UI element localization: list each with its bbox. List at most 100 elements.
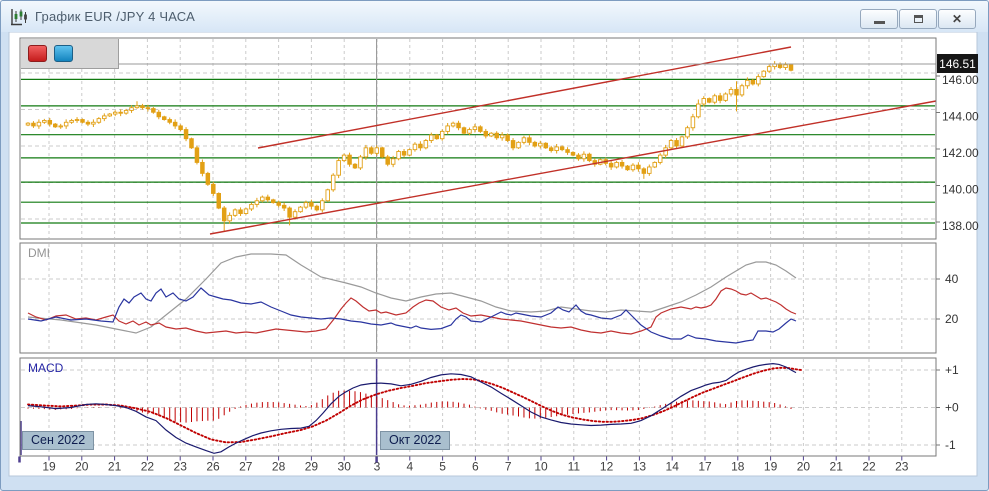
candle-body (746, 80, 750, 85)
candle-body (784, 65, 788, 68)
candle-body (484, 131, 488, 136)
date-axis-label: 7 (505, 460, 512, 474)
candle-body (424, 141, 428, 148)
candle-body (113, 112, 117, 114)
candle-body (321, 201, 325, 210)
candle-body (468, 130, 472, 134)
minimize-button[interactable] (860, 9, 898, 29)
date-axis-label: 4 (406, 460, 413, 474)
candle-body (789, 65, 793, 70)
candle-body (26, 123, 30, 125)
candle-body (642, 169, 646, 174)
price-axis-label: 142.00 (942, 146, 979, 160)
candle-body (173, 122, 177, 126)
candle-body (222, 208, 226, 221)
candle-body (53, 124, 57, 127)
candle-body (740, 86, 744, 95)
candle-body (228, 215, 232, 220)
macd-axis-label: +1 (945, 363, 959, 377)
price-axis-label: 144.00 (942, 110, 979, 124)
date-axis-label: 21 (830, 460, 844, 474)
candle-body (539, 143, 543, 146)
blue-marker-button[interactable] (54, 45, 73, 62)
candle-body (544, 143, 548, 148)
candle-body (239, 210, 243, 214)
candle-body (380, 148, 384, 157)
candle-body (375, 148, 379, 153)
title-bar[interactable]: График EUR /JPY 4 ЧАСА (1, 1, 988, 32)
candle-body (702, 99, 706, 104)
candle-body (315, 206, 319, 210)
candle-body (255, 201, 259, 205)
chart-canvas[interactable]: 146.00144.00142.00140.00138.004020+1+0-1… (1, 1, 989, 491)
candle-body (206, 173, 210, 184)
candle-body (555, 147, 559, 151)
candle-body (212, 184, 216, 193)
date-axis-label: 30 (338, 460, 352, 474)
price-axis-label: 138.00 (942, 219, 979, 233)
date-axis-label: 19 (764, 460, 778, 474)
date-axis-label: 11 (568, 460, 581, 474)
dmi-panel-label: DMI (28, 246, 50, 260)
chart-window: 146.00144.00142.00140.00138.004020+1+0-1… (0, 0, 989, 491)
candle-body (124, 110, 128, 113)
price-axis-label: 146.00 (942, 73, 979, 87)
content-area (9, 32, 977, 476)
candle-body (282, 205, 286, 208)
candle-body (528, 138, 532, 143)
candle-body (577, 155, 581, 159)
candle-body (669, 141, 673, 148)
candle-body (757, 77, 761, 84)
candle-body (408, 150, 412, 155)
close-icon: ✕ (952, 13, 962, 25)
date-axis-label: 20 (797, 460, 811, 474)
candle-body (277, 203, 281, 206)
candle-body (473, 127, 477, 130)
candle-body (97, 119, 101, 123)
candle-body (440, 131, 444, 138)
date-axis-label: 28 (272, 460, 286, 474)
candle-body (680, 137, 684, 146)
candle-body (92, 122, 96, 124)
candle-body (59, 126, 63, 127)
candle-body (397, 151, 401, 158)
date-axis-label: 12 (600, 460, 614, 474)
close-button[interactable]: ✕ (938, 9, 976, 29)
candle-body (533, 142, 537, 146)
candle-body (43, 120, 47, 122)
candle-body (391, 159, 395, 164)
maximize-button[interactable] (899, 9, 937, 29)
candle-body (658, 155, 662, 162)
candle-body (348, 155, 352, 164)
candle-body (195, 148, 199, 163)
candle-body (141, 106, 145, 108)
candle-body (430, 135, 434, 140)
candle-body (162, 117, 166, 120)
date-axis-label: 27 (239, 460, 253, 474)
candle-body (724, 94, 728, 100)
candle-body (135, 106, 139, 108)
candle-body (413, 144, 417, 149)
date-axis-label: 18 (731, 460, 745, 474)
candle-body (271, 200, 275, 203)
candle-body (402, 151, 406, 155)
candle-body (70, 120, 74, 122)
red-marker-button[interactable] (28, 45, 47, 62)
candle-body (261, 197, 265, 201)
candle-body (675, 141, 679, 146)
date-axis-label: 22 (862, 460, 876, 474)
candle-body (762, 71, 766, 76)
candle-body (217, 193, 221, 208)
candle-body (664, 148, 668, 155)
candle-body (326, 190, 330, 201)
candle-body (489, 133, 493, 136)
date-axis-label: 19 (42, 460, 56, 474)
candle-body (201, 162, 205, 173)
candle-body (179, 126, 183, 130)
candle-body (735, 89, 739, 94)
candle-body (506, 135, 510, 140)
candle-body (522, 138, 526, 143)
candle-body (500, 135, 504, 138)
candle-body (168, 120, 172, 123)
candle-body (517, 142, 521, 147)
